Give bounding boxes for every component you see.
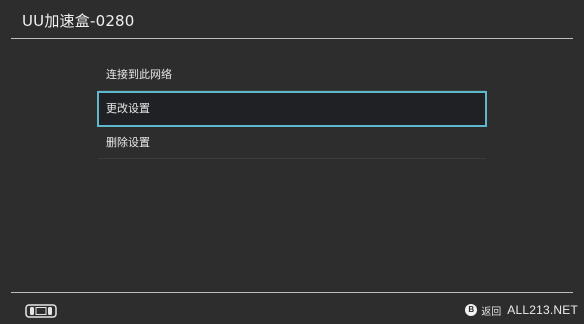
menu-item-label: 连接到此网络 (106, 68, 172, 81)
menu-item-label: 删除设置 (106, 136, 150, 149)
back-button[interactable]: B 返回 (465, 303, 501, 318)
settings-menu: 连接到此网络 更改设置 删除设置 (97, 59, 487, 159)
console-icon (25, 303, 57, 318)
footer-divider (11, 292, 573, 293)
header-divider (11, 38, 573, 39)
watermark: ALL213.NET (507, 303, 578, 317)
b-button-icon: B (465, 304, 478, 316)
menu-item-label: 更改设置 (106, 102, 150, 115)
menu-item-change-settings[interactable]: 更改设置 (97, 91, 487, 127)
back-label: 返回 (481, 306, 502, 318)
page-title: UU加速盒-0280 (22, 12, 135, 30)
menu-item-connect[interactable]: 连接到此网络 (98, 59, 486, 91)
menu-item-delete-settings[interactable]: 删除设置 (98, 127, 486, 159)
footer-actions: B 返回 ALL213.NET (465, 302, 578, 318)
